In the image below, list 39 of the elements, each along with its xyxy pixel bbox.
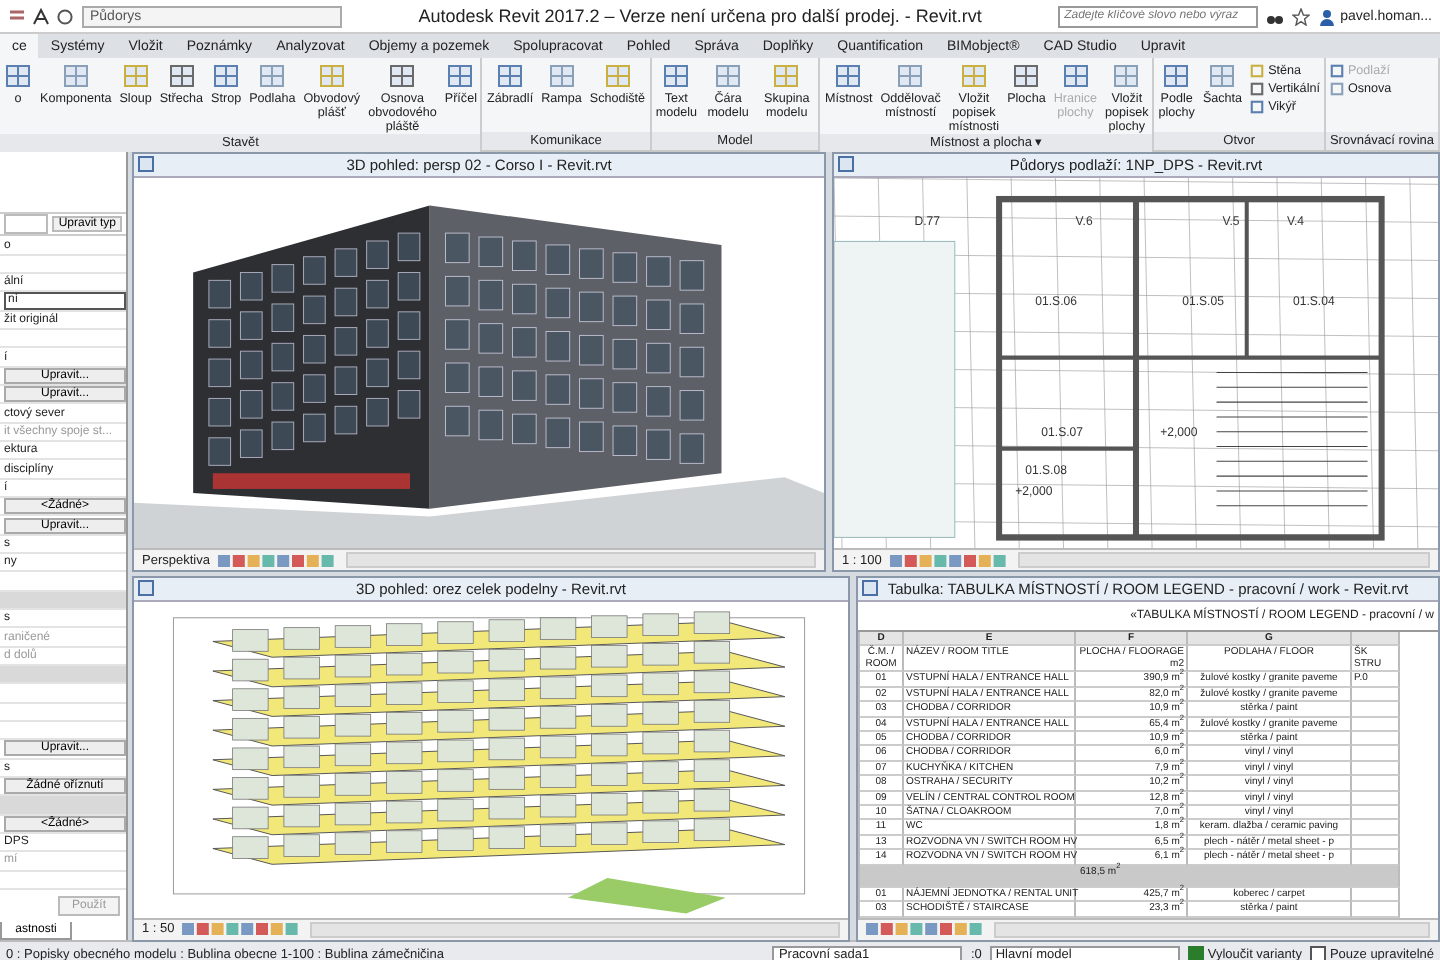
scroll-bar[interactable] — [1017, 552, 1430, 568]
scroll-bar[interactable] — [994, 921, 1430, 938]
tool-icon — [4, 62, 32, 90]
checkbox[interactable] — [1187, 946, 1204, 960]
tool-icon — [1162, 62, 1191, 90]
tool-icon — [662, 62, 691, 90]
tool-icon — [959, 62, 988, 90]
tool-icon — [714, 62, 743, 90]
star-icon[interactable] — [1292, 7, 1311, 25]
tool-icon — [61, 62, 90, 90]
tool-icon — [896, 62, 925, 90]
scroll-bar[interactable] — [345, 552, 816, 568]
user-icon — [1318, 7, 1337, 25]
tool-icon — [772, 62, 801, 90]
view-controls-icon[interactable] — [889, 553, 1010, 567]
scroll-bar[interactable] — [310, 921, 840, 938]
tool-icon — [547, 62, 576, 90]
tool-icon — [1061, 62, 1090, 90]
text-tool-icon[interactable] — [32, 7, 50, 25]
tool-icon — [496, 62, 525, 90]
view-controls-icon[interactable] — [182, 922, 303, 937]
tool-icon — [1012, 62, 1041, 90]
tool-icon — [167, 62, 196, 90]
type-filter-dropdown[interactable] — [4, 214, 49, 235]
tool-icon — [212, 62, 241, 90]
checkbox[interactable] — [1309, 946, 1326, 960]
tool-icon — [388, 62, 417, 90]
tool-icon — [603, 62, 632, 90]
tool-icon — [1208, 62, 1237, 90]
quick-access-icon[interactable] — [8, 7, 26, 25]
tool-icon — [1112, 62, 1141, 90]
tool-icon — [834, 62, 863, 90]
tool-icon — [121, 62, 150, 90]
tool-icon — [317, 62, 346, 90]
view-controls-icon[interactable] — [217, 553, 338, 567]
view-controls-icon[interactable] — [866, 922, 986, 937]
tool-icon — [446, 62, 475, 90]
tool-icon — [258, 62, 287, 90]
window-title: Autodesk Revit 2017.2 – Verze není určena pro další prodej. - Revit.rvt — [416, 6, 984, 26]
